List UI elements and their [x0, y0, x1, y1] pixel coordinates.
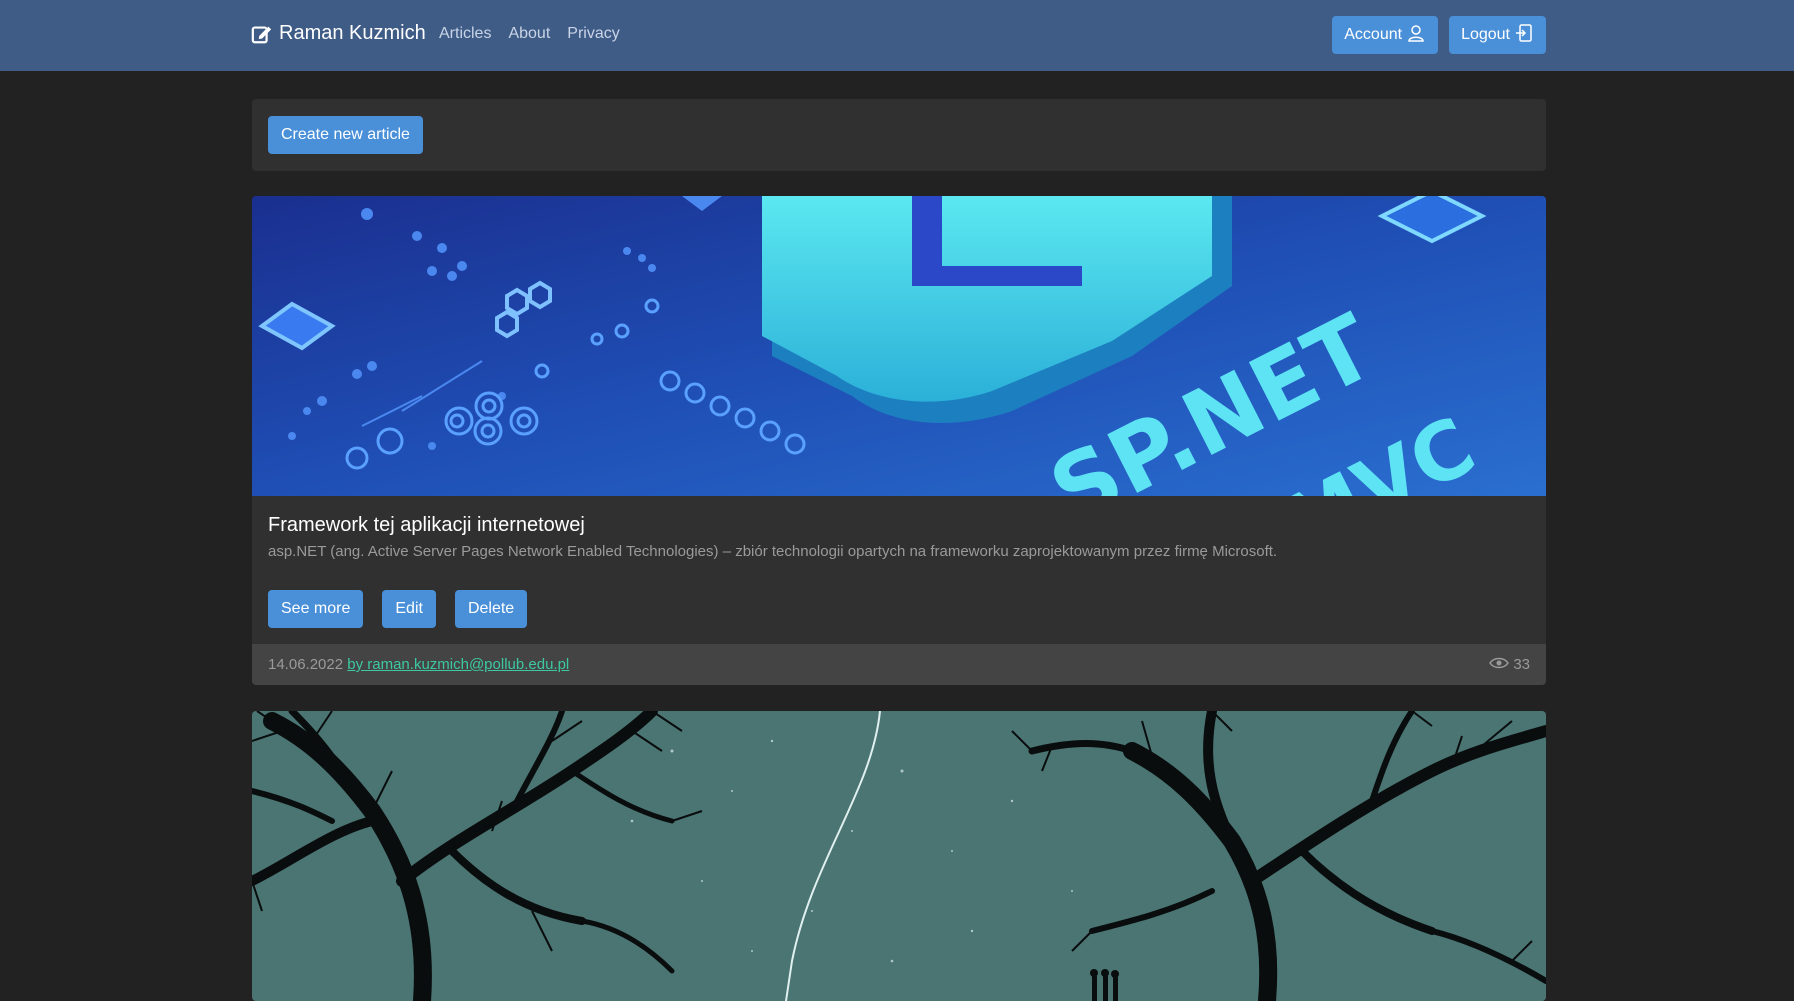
article-title: Framework tej aplikacji internetowej: [268, 514, 585, 536]
nav-privacy[interactable]: Privacy: [567, 25, 619, 43]
user-icon: [1406, 23, 1426, 48]
account-label: Account: [1344, 26, 1403, 43]
main-content: Create new article SP.NET MVC Framework …: [252, 99, 1546, 1001]
eye-icon: [1489, 656, 1510, 674]
logout-label: Logout: [1461, 26, 1510, 43]
nav-articles[interactable]: Articles: [439, 25, 491, 43]
toolbar-card: Create new article: [252, 99, 1546, 171]
article-actions: See more Edit Delete: [268, 590, 1530, 628]
article-card: [252, 711, 1546, 1001]
logout-button[interactable]: Logout: [1449, 16, 1546, 54]
article-card: SP.NET MVC Framework tej aplikacji inter…: [252, 196, 1546, 685]
main-nav: Articles About Privacy: [439, 25, 620, 43]
brand-link[interactable]: Raman Kuzmich: [251, 22, 426, 45]
article-meta: 14.06.2022 by raman.kuzmich@pollub.edu.p…: [268, 656, 569, 673]
article-views: 33: [1489, 656, 1530, 674]
create-article-button[interactable]: Create new article: [268, 116, 423, 154]
article-author-link[interactable]: by raman.kuzmich@pollub.edu.pl: [347, 656, 569, 673]
article-date: 14.06.2022: [268, 656, 344, 673]
article-image: SP.NET MVC: [252, 196, 1546, 496]
article-description: asp.NET (ang. Active Server Pages Networ…: [268, 543, 1278, 560]
article-footer: 14.06.2022 by raman.kuzmich@pollub.edu.p…: [252, 644, 1546, 685]
nav-actions: Account Logout: [1332, 16, 1546, 54]
delete-button[interactable]: Delete: [454, 590, 528, 628]
article-image: [252, 711, 1546, 1001]
edit-button[interactable]: Edit: [382, 590, 436, 628]
see-more-button[interactable]: See more: [268, 590, 364, 628]
edit-icon: [251, 23, 273, 45]
account-button[interactable]: Account: [1332, 16, 1439, 54]
logout-icon: [1514, 23, 1534, 48]
navbar: Raman Kuzmich Articles About Privacy Acc…: [0, 0, 1794, 71]
brand-name: Raman Kuzmich: [279, 22, 426, 44]
nav-about[interactable]: About: [508, 25, 550, 43]
article-body: Framework tej aplikacji internetowej asp…: [252, 496, 1546, 644]
views-count: 33: [1513, 656, 1530, 673]
